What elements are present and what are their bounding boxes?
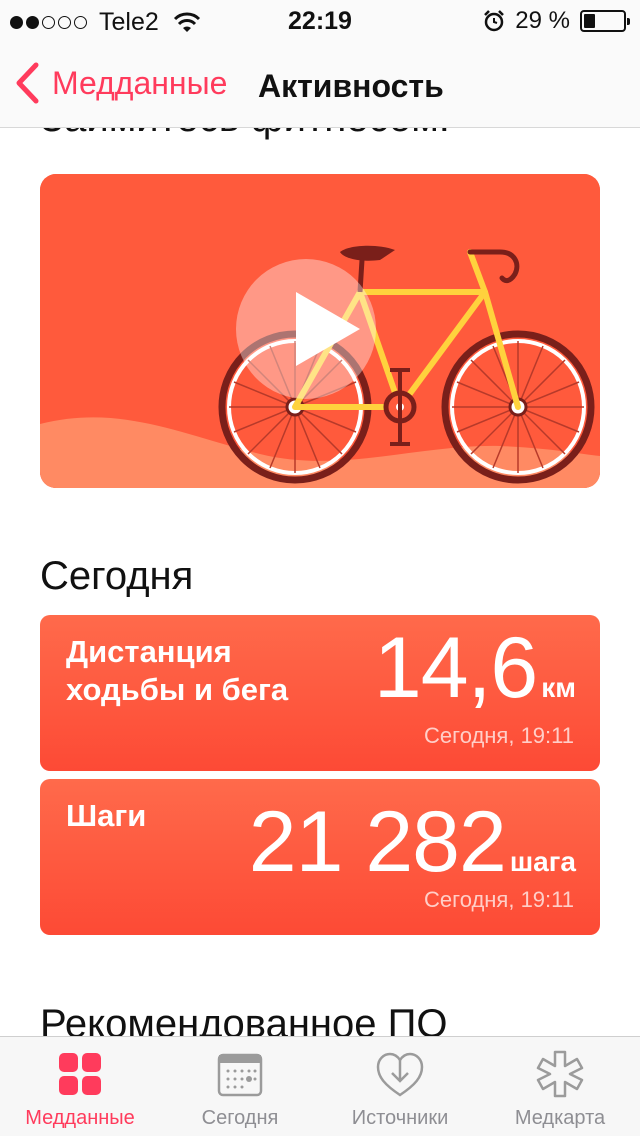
battery-percent: 29 % — [515, 7, 570, 34]
metric-unit: шага — [509, 846, 576, 877]
steps-card[interactable]: Шаги 21 282 шага Сегодня, 19:11 — [40, 779, 600, 935]
walking-distance-card[interactable]: Дистанция ходьбы и бега 14,6 км Сегодня,… — [40, 615, 600, 771]
navigation-bar: Медданные Активность — [0, 40, 640, 128]
alarm-icon — [484, 10, 505, 32]
tab-health-data[interactable]: Медданные — [0, 1037, 160, 1136]
fitness-video-card[interactable] — [40, 174, 600, 488]
page-title: Активность — [258, 68, 444, 104]
back-button-label: Медданные — [52, 64, 228, 101]
tab-label: Медданные — [25, 1107, 135, 1129]
calendar-icon — [217, 1053, 263, 1097]
battery-icon — [580, 10, 630, 32]
back-button[interactable]: Медданные — [14, 62, 227, 104]
tab-label: Медкарта — [514, 1107, 606, 1129]
tab-sources[interactable]: Источники — [320, 1037, 480, 1136]
chevron-left-icon — [16, 62, 39, 104]
status-right: 29 % — [483, 7, 630, 35]
metric-label-line: Дистанция — [66, 634, 232, 669]
tab-medical-id[interactable]: Медкарта — [480, 1037, 640, 1136]
metric-label-line: ходьбы и бега — [66, 672, 289, 707]
fitness-heading: Займитесь фитнесом. — [40, 128, 450, 141]
metric-label: Дистанция ходьбы и бега — [66, 633, 288, 709]
metric-timestamp: Сегодня, 19:11 — [424, 887, 574, 912]
metric-label: Шаги — [66, 797, 146, 835]
metric-label-line: Шаги — [66, 798, 147, 833]
bicycle-illustration — [40, 174, 600, 488]
metric-value: 21 282 — [248, 794, 507, 890]
metric-value: 14,6 — [373, 620, 538, 716]
metric-unit: км — [541, 672, 576, 703]
metric-value-group: 21 282 шага — [249, 793, 576, 892]
status-bar: Tele2 22:19 29 % — [0, 0, 640, 40]
tab-bar: Медданные Сегодня Источники Медкарта — [0, 1036, 640, 1136]
asterisk-icon — [536, 1050, 584, 1098]
tab-label: Источники — [351, 1107, 449, 1129]
tab-label: Сегодня — [201, 1107, 279, 1129]
main-content[interactable]: Займитесь фитнесом. — [0, 128, 640, 1036]
metric-timestamp: Сегодня, 19:11 — [424, 723, 574, 748]
metric-value-group: 14,6 км — [374, 619, 576, 718]
recommended-apps-title: Рекомендованное ПО — [40, 1002, 448, 1036]
play-button[interactable] — [236, 259, 376, 399]
tab-today[interactable]: Сегодня — [160, 1037, 320, 1136]
download-heart-icon — [376, 1052, 424, 1097]
grid-icon — [59, 1053, 101, 1095]
today-section-title: Сегодня — [40, 554, 194, 598]
